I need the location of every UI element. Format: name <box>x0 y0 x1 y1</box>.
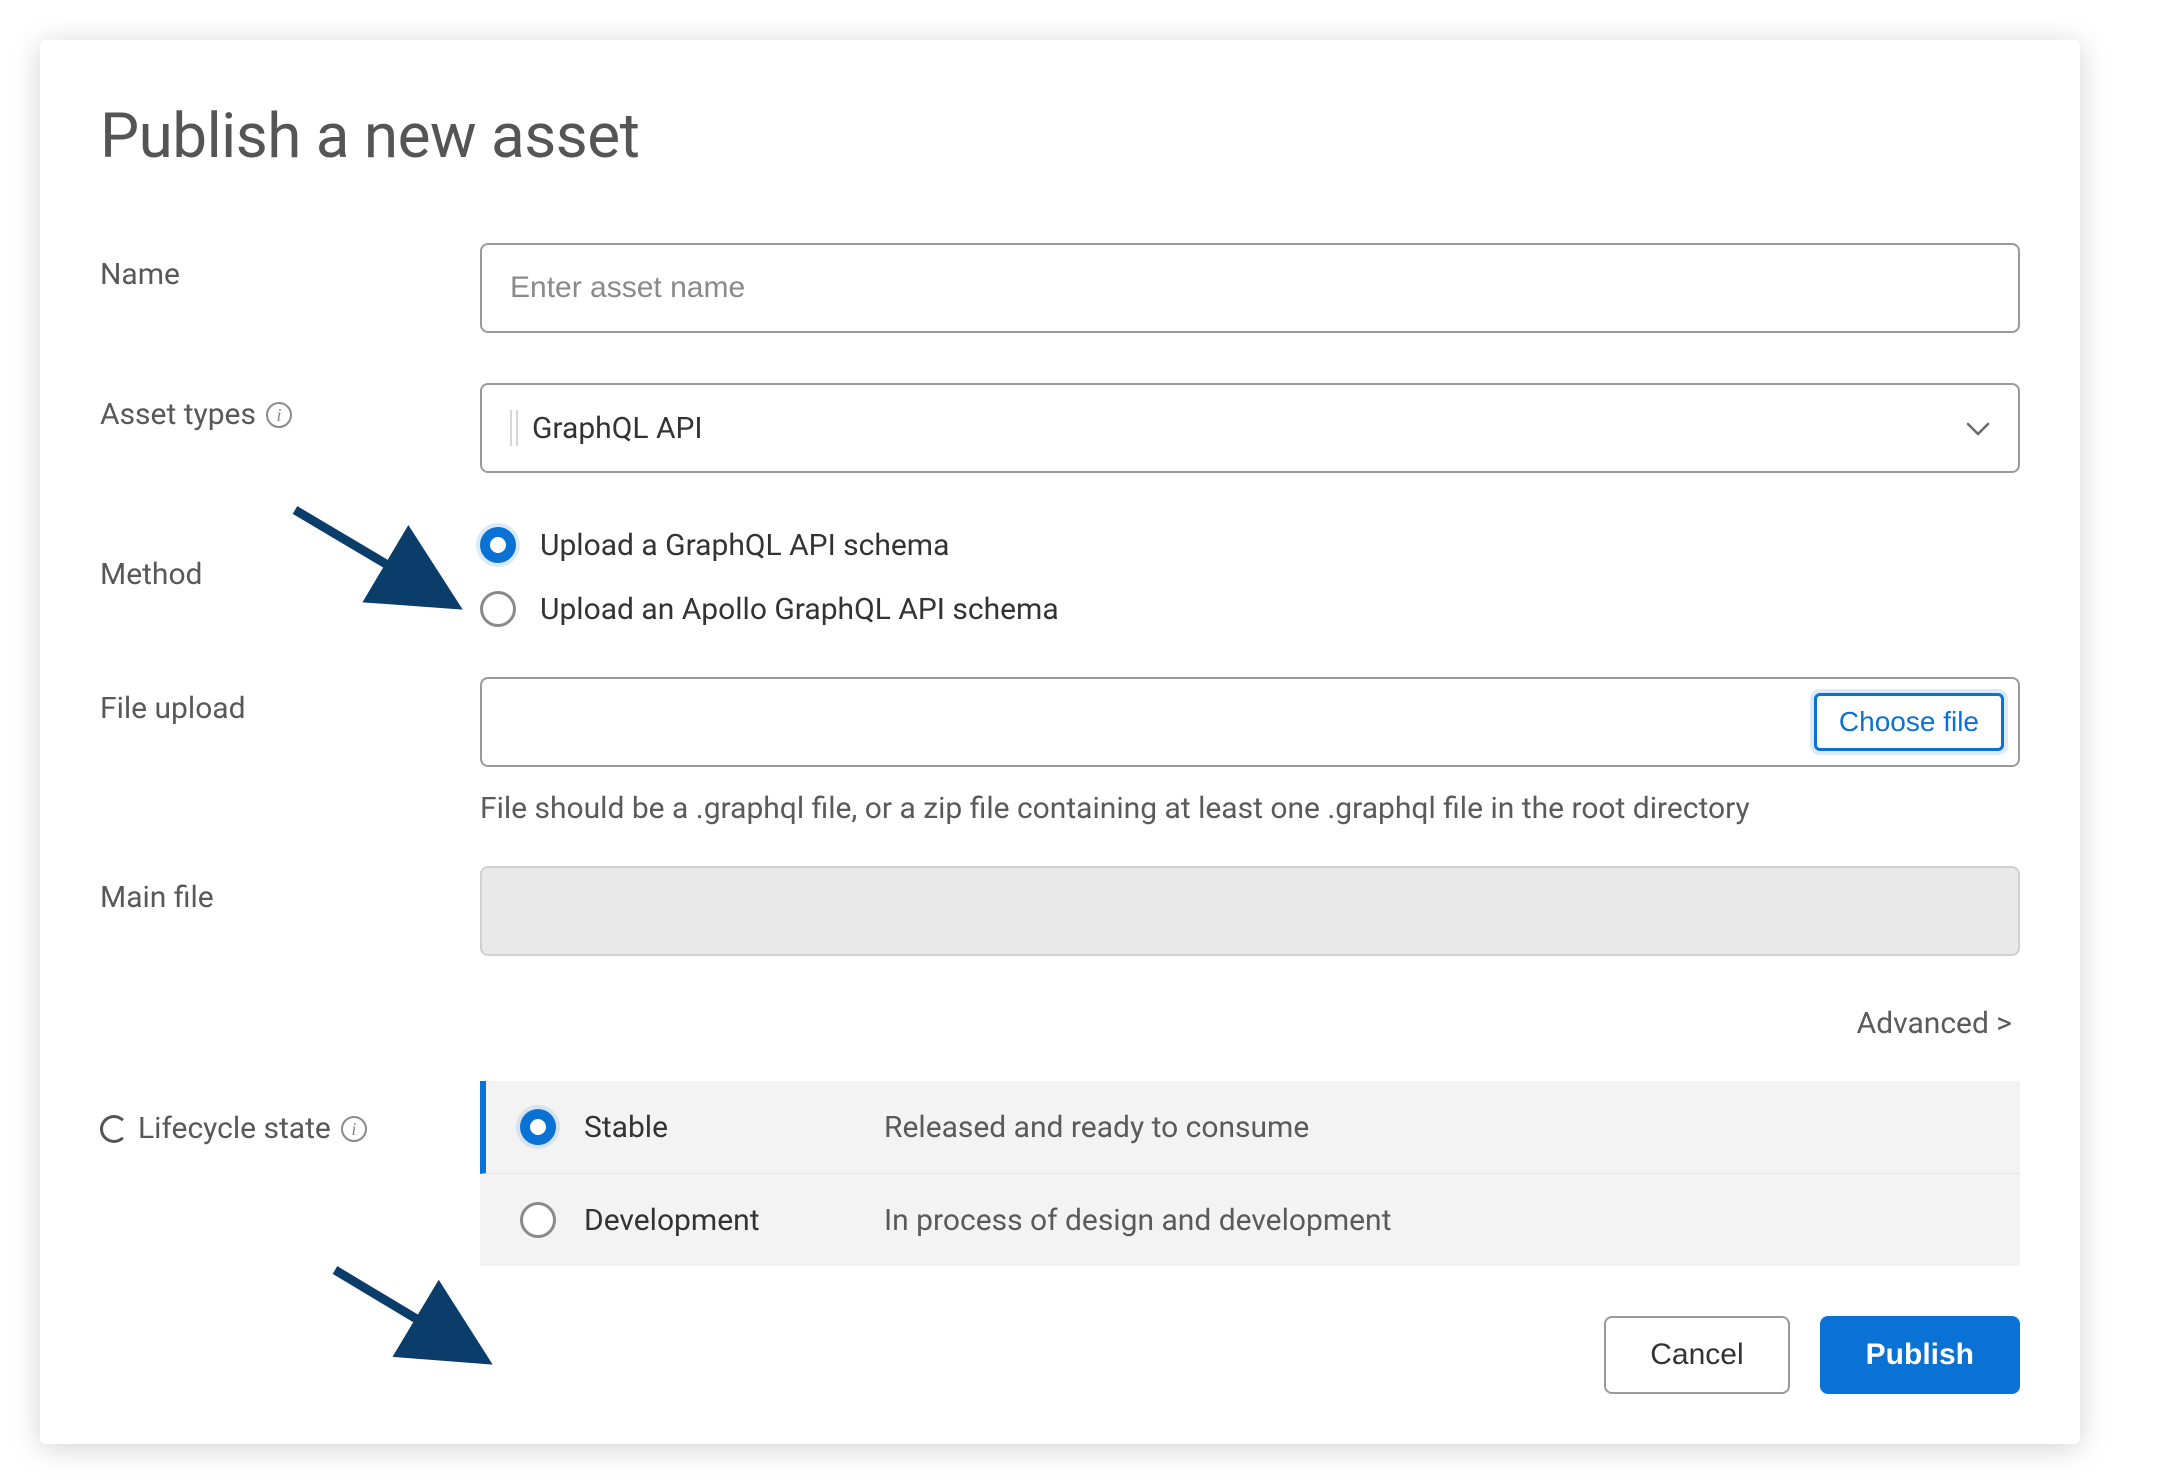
radio-icon <box>520 1109 556 1145</box>
info-icon[interactable]: i <box>266 402 292 428</box>
method-option-label: Upload an Apollo GraphQL API schema <box>540 592 1059 627</box>
label-lifecycle: Lifecycle state <box>138 1111 331 1146</box>
lifecycle-option-stable[interactable]: Stable Released and ready to consume <box>480 1081 2020 1174</box>
row-main-file: Main file <box>100 866 2020 956</box>
file-upload-hint: File should be a .graphql file, or a zip… <box>480 791 2020 826</box>
label-main-file: Main file <box>100 866 480 915</box>
advanced-toggle-row: Advanced > <box>100 1006 2020 1041</box>
asset-types-select[interactable]: GraphQL API <box>480 383 2020 473</box>
cancel-button[interactable]: Cancel <box>1604 1316 1789 1394</box>
row-lifecycle: Lifecycle state i Stable Released and re… <box>100 1081 2020 1266</box>
lifecycle-desc: In process of design and development <box>884 1203 1391 1238</box>
dialog-title: Publish a new asset <box>100 100 2020 173</box>
drag-handle-icon <box>510 410 518 446</box>
label-file-upload: File upload <box>100 677 480 726</box>
info-icon[interactable]: i <box>341 1116 367 1142</box>
radio-icon <box>480 527 516 563</box>
publish-asset-dialog: Publish a new asset Name Asset types i G… <box>40 40 2080 1444</box>
lifecycle-desc: Released and ready to consume <box>884 1110 1309 1145</box>
lifecycle-panel: Stable Released and ready to consume Dev… <box>480 1081 2020 1266</box>
publish-button[interactable]: Publish <box>1820 1316 2020 1394</box>
dialog-footer: Cancel Publish <box>100 1316 2020 1394</box>
name-input[interactable] <box>480 243 2020 333</box>
chevron-down-icon <box>1966 413 1990 443</box>
choose-file-button[interactable]: Choose file <box>1814 693 2004 751</box>
advanced-toggle[interactable]: Advanced > <box>1857 1006 2012 1041</box>
radio-icon <box>520 1202 556 1238</box>
row-asset-types: Asset types i GraphQL API <box>100 383 2020 473</box>
lifecycle-option-development[interactable]: Development In process of design and dev… <box>480 1174 2020 1266</box>
row-method: Method Upload a GraphQL API schema Uploa… <box>100 523 2020 627</box>
method-option-apollo[interactable]: Upload an Apollo GraphQL API schema <box>480 591 2020 627</box>
lifecycle-name: Stable <box>584 1110 884 1145</box>
radio-icon <box>480 591 516 627</box>
label-asset-types: Asset types <box>100 397 256 432</box>
label-method: Method <box>100 523 480 592</box>
lifecycle-icon <box>100 1115 128 1143</box>
method-option-label: Upload a GraphQL API schema <box>540 528 949 563</box>
file-upload-box: Choose file <box>480 677 2020 767</box>
main-file-input <box>480 866 2020 956</box>
row-file-upload: File upload Choose file File should be a… <box>100 677 2020 826</box>
method-option-graphql[interactable]: Upload a GraphQL API schema <box>480 527 2020 563</box>
lifecycle-name: Development <box>584 1203 884 1238</box>
asset-types-value: GraphQL API <box>532 411 703 446</box>
label-name: Name <box>100 243 480 292</box>
row-name: Name <box>100 243 2020 333</box>
